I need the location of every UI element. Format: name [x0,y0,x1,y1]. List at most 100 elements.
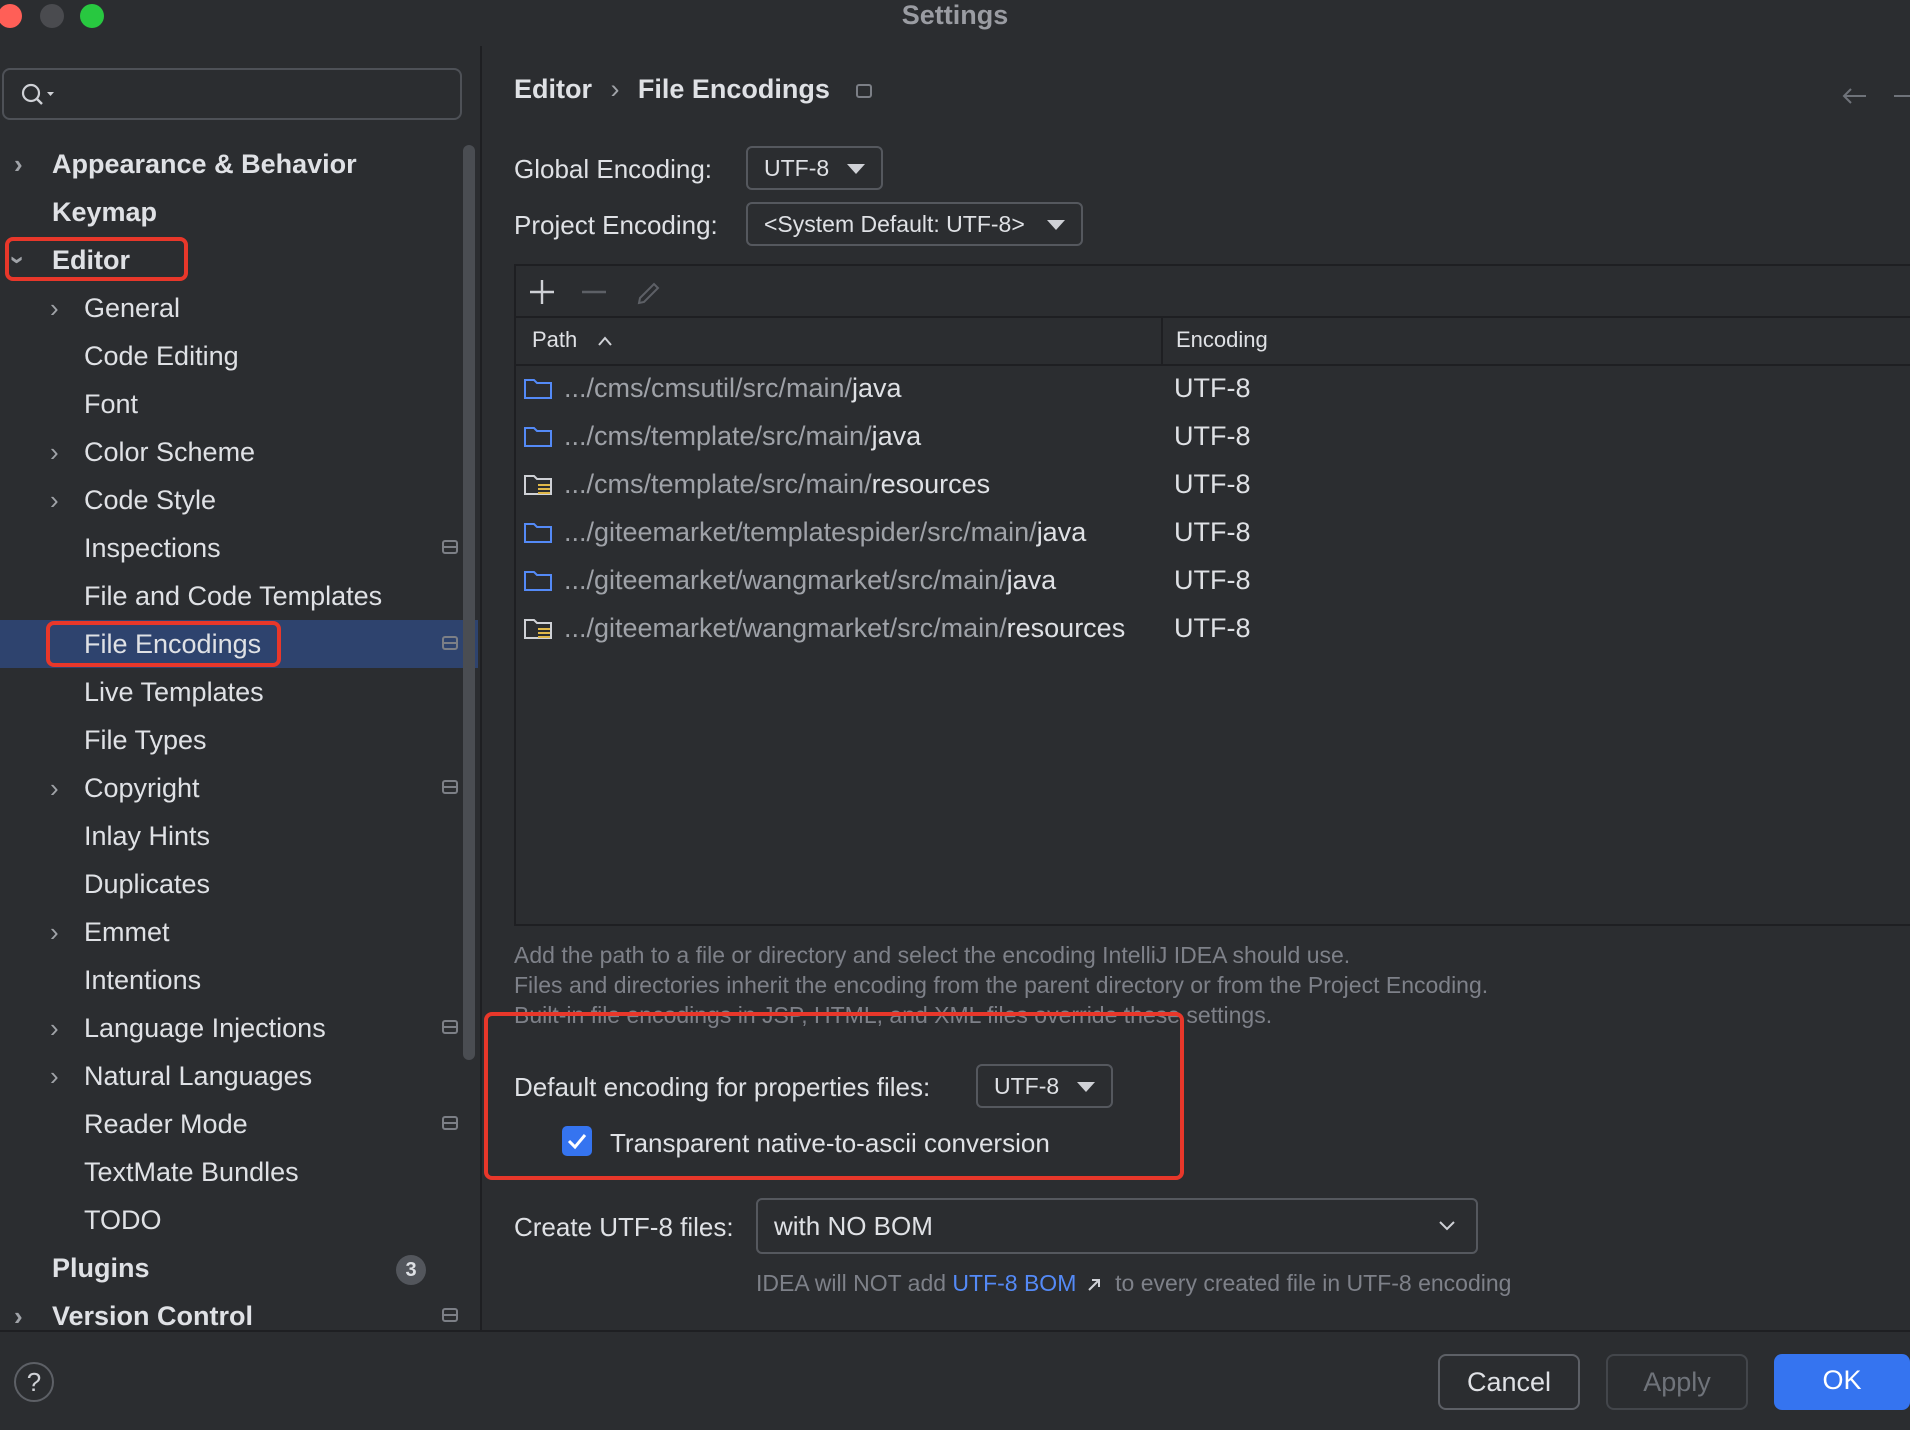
sidebar-item-natural-languages[interactable]: › Natural Languages [0,1053,470,1099]
sidebar-item-label: Keymap [52,197,158,227]
sidebar-item-label: Intentions [84,965,202,995]
sidebar-item-code-editing[interactable]: Code Editing [0,333,470,379]
highlight-box-editor [5,237,188,281]
panel-divider [480,46,482,1330]
sidebar-item-keymap[interactable]: Keymap [0,189,470,235]
forward-arrow-icon[interactable] [1892,84,1910,108]
table-row[interactable]: .../giteemarket/templatespider/src/main/… [516,508,1910,556]
chevron-right-icon: › [50,293,59,323]
bom-value: with NO BOM [774,1211,933,1241]
dropdown-caret-icon [847,164,865,174]
chevron-right-icon: › [50,437,59,467]
sidebar-item-label: Code Style [84,485,217,515]
edit-icon[interactable] [634,276,662,306]
path-prefix: .../cms/template/src/main/ [564,421,872,451]
sidebar-item-live-templates[interactable]: Live Templates [0,669,470,715]
global-encoding-dropdown[interactable]: UTF-8 [746,146,883,190]
sidebar-item-code-style[interactable]: › Code Style [0,477,470,523]
sidebar-item-font[interactable]: Font [0,381,470,427]
chevron-right-icon: › [50,485,59,515]
sidebar-item-label: Color Scheme [84,437,256,467]
project-scope-icon [442,1020,458,1034]
project-encoding-value: <System Default: UTF-8> [764,211,1025,237]
chevron-right-icon: › [50,1061,59,1091]
plugins-update-badge: 3 [396,1255,426,1285]
sidebar-item-todo[interactable]: TODO [0,1197,470,1243]
highlight-box-properties [484,1012,1184,1180]
folder-icon [524,427,552,447]
sidebar-item-color-scheme[interactable]: › Color Scheme [0,429,470,475]
table-row[interactable]: .../cms/template/src/main/java UTF-8 [516,412,1910,460]
global-encoding-label: Global Encoding: [514,154,713,184]
column-header-label: Path [532,327,578,352]
help-line-1: Add the path to a file or directory and … [514,942,1351,968]
path-leaf: java [1036,517,1087,547]
sidebar-item-label: General [84,293,181,323]
table-row[interactable]: .../giteemarket/wangmarket/src/main/java… [516,556,1910,604]
sidebar-item-label: TextMate Bundles [84,1157,299,1187]
table-header: Path Encoding [516,316,1910,366]
help-button[interactable]: ? [14,1362,54,1402]
path-leaf: java [871,421,922,451]
sidebar-item-label: Copyright [84,773,200,803]
folder-icon [524,379,552,399]
chevron-right-icon: › [14,149,23,179]
cancel-button[interactable]: Cancel [1438,1354,1580,1410]
back-arrow-icon[interactable] [1840,84,1868,108]
column-header-path[interactable]: Path [532,316,613,364]
sidebar-item-file-code-templates[interactable]: File and Code Templates [0,573,470,619]
window-title: Settings [901,0,1009,30]
add-icon[interactable] [528,278,556,306]
sidebar-item-emmet[interactable]: › Emmet [0,909,470,955]
breadcrumb-parent[interactable]: Editor [514,74,592,104]
chevron-right-icon: › [50,773,59,803]
path-encoding-table: Path Encoding .../cms/cmsutil/src/main/j… [514,264,1910,926]
dropdown-caret-icon [1047,220,1065,230]
sidebar-item-intentions[interactable]: Intentions [0,957,470,1003]
sidebar-item-general[interactable]: › General [0,285,470,331]
sidebar-item-textmate-bundles[interactable]: TextMate Bundles [0,1149,470,1195]
global-encoding-value: UTF-8 [764,155,830,181]
chevron-down-icon [1439,1221,1455,1231]
project-scope-icon [442,1116,458,1130]
table-row[interactable]: .../cms/cmsutil/src/main/java UTF-8 [516,364,1910,412]
encoding-cell: UTF-8 [1174,469,1251,499]
chevron-right-icon: › [50,1013,59,1043]
sidebar-item-label: Language Injections [84,1013,326,1043]
table-row[interactable]: .../cms/template/src/main/resources UTF-… [516,460,1910,508]
sidebar-item-language-injections[interactable]: › Language Injections [0,1005,470,1051]
sidebar-item-appearance[interactable]: › Appearance & Behavior [0,141,470,187]
path-prefix: .../giteemarket/templatespider/src/main/ [564,517,1037,547]
column-header-encoding[interactable]: Encoding [1176,316,1268,364]
project-scope-icon [442,780,458,794]
bom-note-suffix: to every created file in UTF-8 encoding [1115,1270,1512,1296]
path-prefix: .../cms/template/src/main/ [564,469,872,499]
project-encoding-dropdown[interactable]: <System Default: UTF-8> [746,202,1083,246]
sidebar-item-reader-mode[interactable]: Reader Mode [0,1101,470,1147]
project-scope-icon [856,84,873,98]
sidebar-item-file-types[interactable]: File Types [0,717,470,763]
apply-button[interactable]: Apply [1606,1354,1748,1410]
sidebar-item-inlay-hints[interactable]: Inlay Hints [0,813,470,859]
remove-icon[interactable] [580,278,608,306]
table-toolbar [516,266,1910,318]
resources-folder-icon [524,475,552,495]
sidebar-item-label: Natural Languages [84,1061,313,1091]
search-input[interactable] [2,68,462,120]
table-row[interactable]: .../giteemarket/wangmarket/src/main/reso… [516,604,1910,652]
ok-button[interactable]: OK [1774,1354,1910,1410]
title-bar: Settings [0,0,1910,30]
sidebar-item-copyright[interactable]: › Copyright [0,765,470,811]
sidebar-item-duplicates[interactable]: Duplicates [0,861,470,907]
utf8-bom-link[interactable]: UTF-8 BOM [952,1270,1076,1296]
chevron-right-icon: › [50,917,59,947]
breadcrumb-separator: › [610,74,620,104]
sidebar-item-plugins[interactable]: Plugins 3 [0,1245,470,1291]
sidebar-item-label: File and Code Templates [84,581,383,611]
sidebar-item-label: Inspections [84,533,221,563]
encoding-cell: UTF-8 [1174,373,1251,403]
sidebar-item-inspections[interactable]: Inspections [0,525,470,571]
folder-icon [524,571,552,591]
encoding-cell: UTF-8 [1174,421,1251,451]
bom-dropdown[interactable]: with NO BOM [756,1198,1478,1254]
